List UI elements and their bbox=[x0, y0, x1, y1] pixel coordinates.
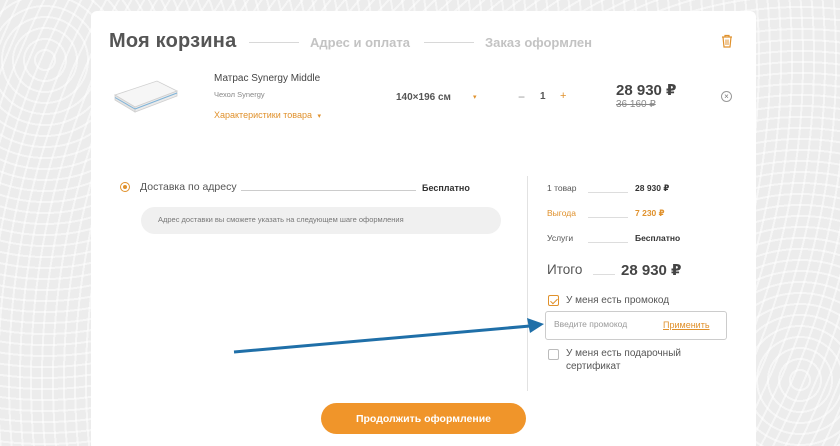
total-value: 28 930 ₽ bbox=[621, 262, 682, 279]
product-price: 28 930 ₽ bbox=[616, 82, 677, 99]
delivery-divider bbox=[241, 190, 416, 191]
gift-certificate-checkbox[interactable] bbox=[548, 349, 559, 360]
delivery-option-label: Доставка по адресу bbox=[140, 181, 237, 193]
summary-items-value: 28 930 ₽ bbox=[635, 183, 670, 193]
promo-field: Применить bbox=[545, 311, 727, 340]
total-divider bbox=[593, 274, 615, 275]
mattress-image bbox=[114, 80, 178, 113]
size-select[interactable]: 140×196 см bbox=[396, 92, 451, 103]
summary-services-label: Услуги bbox=[547, 233, 574, 243]
product-old-price: 36 160 ₽ bbox=[616, 99, 656, 110]
product-name: Матрас Synergy Middle bbox=[214, 73, 321, 84]
total-label: Итого bbox=[547, 262, 583, 277]
step-divider bbox=[249, 42, 299, 43]
step-address-payment: Адрес и оплата bbox=[310, 35, 410, 50]
step-divider bbox=[424, 42, 474, 43]
trash-icon[interactable] bbox=[719, 33, 735, 49]
promo-checkbox-label: У меня есть промокод bbox=[566, 295, 670, 306]
quantity-decrease-button[interactable]: − bbox=[518, 90, 525, 104]
characteristics-link[interactable]: Характеристики товара ▾ bbox=[214, 110, 321, 120]
quantity-value: 1 bbox=[540, 91, 546, 102]
apply-promo-link[interactable]: Применить bbox=[663, 320, 710, 330]
promo-checkbox[interactable] bbox=[548, 295, 559, 306]
product-cover: Чехол Synergy bbox=[214, 90, 265, 99]
summary-divider bbox=[588, 217, 628, 218]
page-title: Моя корзина bbox=[109, 30, 237, 52]
chevron-down-icon[interactable]: ▾ bbox=[473, 93, 477, 101]
step-order-complete: Заказ оформлен bbox=[485, 35, 592, 50]
delivery-radio[interactable] bbox=[120, 182, 130, 192]
continue-checkout-button[interactable]: Продолжить оформление bbox=[321, 403, 526, 434]
delivery-note: Адрес доставки вы сможете указать на сле… bbox=[141, 207, 501, 234]
column-divider bbox=[527, 176, 528, 391]
chevron-down-icon: ▾ bbox=[317, 113, 321, 120]
summary-discount-label: Выгода bbox=[547, 208, 576, 218]
summary-discount-value: 7 230 ₽ bbox=[635, 208, 665, 218]
cart-card: Моя корзина Адрес и оплата Заказ оформле… bbox=[91, 11, 756, 446]
gift-certificate-label-line2: сертификат bbox=[566, 361, 621, 372]
remove-item-icon[interactable]: × bbox=[721, 91, 732, 102]
summary-services-value: Бесплатно bbox=[635, 233, 681, 243]
promo-input[interactable] bbox=[554, 319, 654, 329]
characteristics-label: Характеристики товара bbox=[214, 110, 312, 120]
summary-divider bbox=[588, 192, 628, 193]
summary-items-label: 1 товар bbox=[547, 183, 577, 193]
summary-divider bbox=[588, 242, 628, 243]
quantity-increase-button[interactable]: + bbox=[560, 90, 566, 102]
gift-certificate-label-line1: У меня есть подарочный bbox=[566, 348, 681, 359]
delivery-price: Бесплатно bbox=[422, 183, 470, 193]
